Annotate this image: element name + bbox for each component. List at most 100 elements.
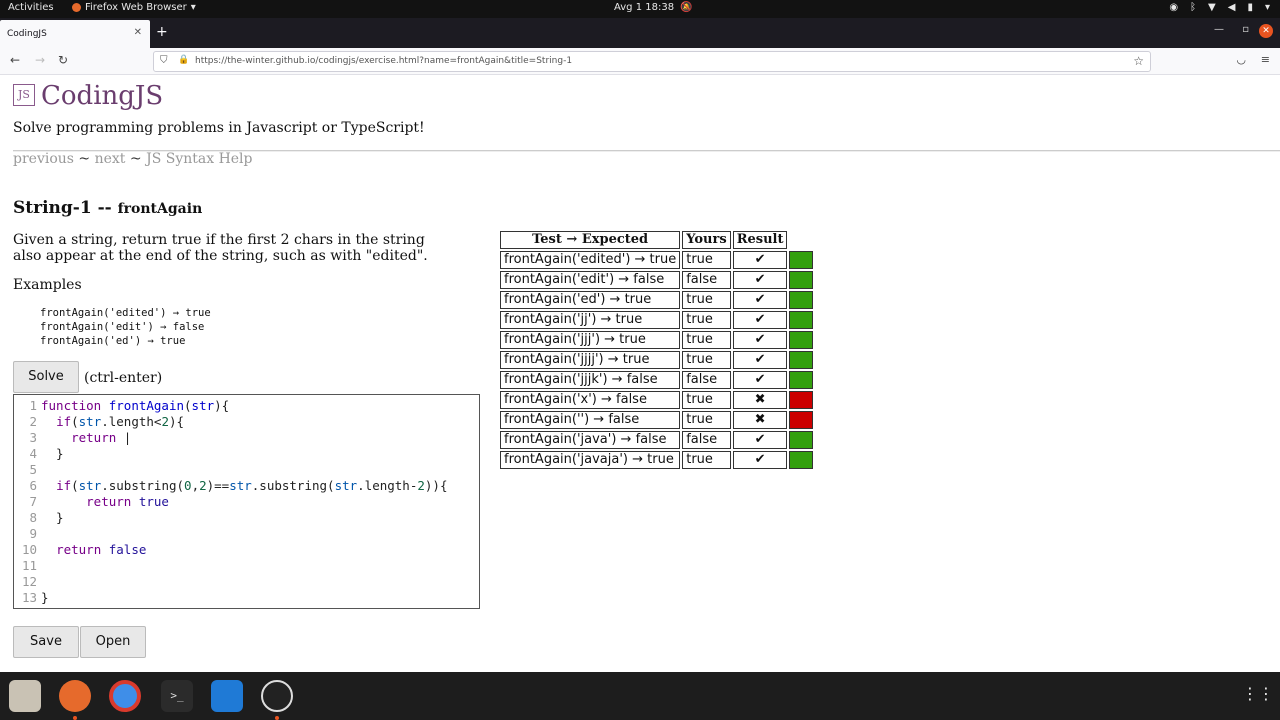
mark-cell: ✔ xyxy=(732,251,788,269)
table-row: frontAgain('java') → false false ✔ xyxy=(500,431,814,449)
mark-cell: ✖ xyxy=(732,411,788,429)
back-icon[interactable]: ← xyxy=(10,53,20,67)
tab-strip: CodingJS ✕ + — ▫ ✕ xyxy=(0,18,1280,48)
yours-cell: false xyxy=(682,271,731,289)
page-nav: previous ~ next ~ JS Syntax Help xyxy=(13,151,253,167)
close-window-icon[interactable]: ✕ xyxy=(1259,24,1273,38)
test-cell: frontAgain('edit') → false xyxy=(500,271,681,289)
code-editor[interactable]: 1 2 3 4 5 6 7 8 9 10 11 12 13 function frontAgain(st… xyxy=(13,394,480,609)
system-tray[interactable]: ◉ ᛒ ▼ ◀ ▮ ▾ xyxy=(1169,2,1270,13)
minimize-icon[interactable]: — xyxy=(1214,24,1224,35)
test-cell: frontAgain('jj') → true xyxy=(500,311,681,329)
yours-cell: false xyxy=(682,371,731,389)
show-apps-grid-icon[interactable]: ⋮⋮⋮ xyxy=(1242,684,1280,703)
activities-button[interactable]: Activities xyxy=(8,2,54,13)
yours-cell: true xyxy=(682,391,731,409)
obs-icon[interactable] xyxy=(261,680,293,712)
bluetooth-icon: ᛒ xyxy=(1190,2,1197,13)
ubuntu-icon: ◉ xyxy=(1169,2,1179,13)
code-text[interactable]: function frontAgain(str){ if(str.length<… xyxy=(41,398,447,606)
test-cell: frontAgain('jjj') → true xyxy=(500,331,681,349)
problem-description: Given a string, return true if the first… xyxy=(13,232,428,264)
pass-indicator xyxy=(789,311,814,329)
solve-button[interactable]: Solve xyxy=(13,361,79,393)
chevron-down-icon: ▾ xyxy=(190,2,196,13)
fail-indicator xyxy=(789,391,814,409)
table-row: frontAgain('jj') → true true ✔ xyxy=(500,311,814,329)
table-row: frontAgain('') → false true ✖ xyxy=(500,411,814,429)
test-cell: frontAgain('jjjk') → false xyxy=(500,371,681,389)
pass-indicator xyxy=(789,271,814,289)
yours-cell: true xyxy=(682,291,731,309)
tagline: Solve programming problems in Javascript… xyxy=(13,120,425,136)
table-row: frontAgain('x') → false true ✖ xyxy=(500,391,814,409)
close-tab-icon[interactable]: ✕ xyxy=(134,27,142,38)
example-line: frontAgain('edit') → false xyxy=(40,321,205,333)
problem-heading: String-1 -- frontAgain xyxy=(13,198,202,218)
clock[interactable]: Avg 1 18:38 🔕 xyxy=(614,2,693,13)
forward-icon[interactable]: → xyxy=(35,53,45,67)
yours-cell: true xyxy=(682,311,731,329)
reload-icon[interactable]: ↻ xyxy=(58,53,68,67)
column-header-result: Result xyxy=(732,231,788,249)
chrome-icon[interactable] xyxy=(109,680,141,712)
save-button[interactable]: Save xyxy=(13,626,79,658)
table-row: frontAgain('ed') → true true ✔ xyxy=(500,291,814,309)
tab-title: CodingJS xyxy=(7,29,47,39)
firefox-small-icon xyxy=(72,3,81,12)
results-table: Test → Expected Yours Result frontAgain(… xyxy=(498,229,815,471)
table-row: frontAgain('javaja') → true true ✔ xyxy=(500,451,814,469)
test-cell: frontAgain('') → false xyxy=(500,411,681,429)
app-menu[interactable]: Firefox Web Browser ▾ xyxy=(72,2,196,13)
firefox-icon[interactable] xyxy=(59,680,91,712)
navigation-bar: ← → ↻ ⛉ 🔒 https://the-winter.github.io/c… xyxy=(0,48,1280,75)
chevron-down-icon: ▾ xyxy=(1264,2,1270,13)
nav-separator: ~ xyxy=(78,151,91,167)
mark-cell: ✔ xyxy=(732,311,788,329)
table-row: frontAgain('edit') → false false ✔ xyxy=(500,271,814,289)
table-row: frontAgain('jjjj') → true true ✔ xyxy=(500,351,814,369)
menu-icon[interactable]: ≡ xyxy=(1261,53,1270,66)
new-tab-icon[interactable]: + xyxy=(156,24,168,40)
solve-shortcut-hint: (ctrl-enter) xyxy=(84,370,163,386)
shield-icon[interactable]: ⛉ xyxy=(160,55,168,66)
examples-label: Examples xyxy=(13,277,82,293)
nav-separator: ~ xyxy=(129,151,142,167)
url-text: https://the-winter.github.io/codingjs/ex… xyxy=(195,56,573,66)
bookmark-star-icon[interactable]: ☆ xyxy=(1133,54,1144,68)
pass-indicator xyxy=(789,331,814,349)
mark-cell: ✔ xyxy=(732,291,788,309)
url-bar[interactable]: ⛉ 🔒 https://the-winter.github.io/codingj… xyxy=(153,51,1151,72)
column-header-yours: Yours xyxy=(682,231,731,249)
page-content: JS CodingJS Solve programming problems i… xyxy=(0,75,1280,672)
example-line: frontAgain('edited') → true xyxy=(40,307,211,319)
app-menu-label: Firefox Web Browser xyxy=(85,2,187,13)
mark-cell: ✔ xyxy=(732,451,788,469)
mark-cell: ✔ xyxy=(732,371,788,389)
syntax-help-link[interactable]: JS Syntax Help xyxy=(146,151,252,167)
mark-cell: ✔ xyxy=(732,351,788,369)
yours-cell: true xyxy=(682,411,731,429)
files-icon[interactable] xyxy=(9,680,41,712)
pocket-icon[interactable]: ◡ xyxy=(1236,53,1246,66)
table-row: frontAgain('jjjk') → false false ✔ xyxy=(500,371,814,389)
pass-indicator xyxy=(789,291,814,309)
browser-tab[interactable]: CodingJS ✕ xyxy=(0,20,150,48)
pass-indicator xyxy=(789,251,814,269)
fail-indicator xyxy=(789,411,814,429)
pass-indicator xyxy=(789,371,814,389)
terminal-icon[interactable]: >_ xyxy=(161,680,193,712)
line-numbers: 1 2 3 4 5 6 7 8 9 10 11 12 13 xyxy=(21,398,37,605)
restore-icon[interactable]: ▫ xyxy=(1242,24,1249,35)
codingjs-logo-icon: JS xyxy=(13,84,35,106)
next-link[interactable]: next xyxy=(95,151,126,167)
previous-link[interactable]: previous xyxy=(13,151,74,167)
vscode-icon[interactable] xyxy=(211,680,243,712)
volume-icon: ◀ xyxy=(1227,2,1236,13)
yours-cell: true xyxy=(682,351,731,369)
problem-name: frontAgain xyxy=(117,201,203,217)
open-button[interactable]: Open xyxy=(80,626,146,658)
test-cell: frontAgain('ed') → true xyxy=(500,291,681,309)
lock-icon[interactable]: 🔒 xyxy=(178,55,189,65)
yours-cell: true xyxy=(682,331,731,349)
